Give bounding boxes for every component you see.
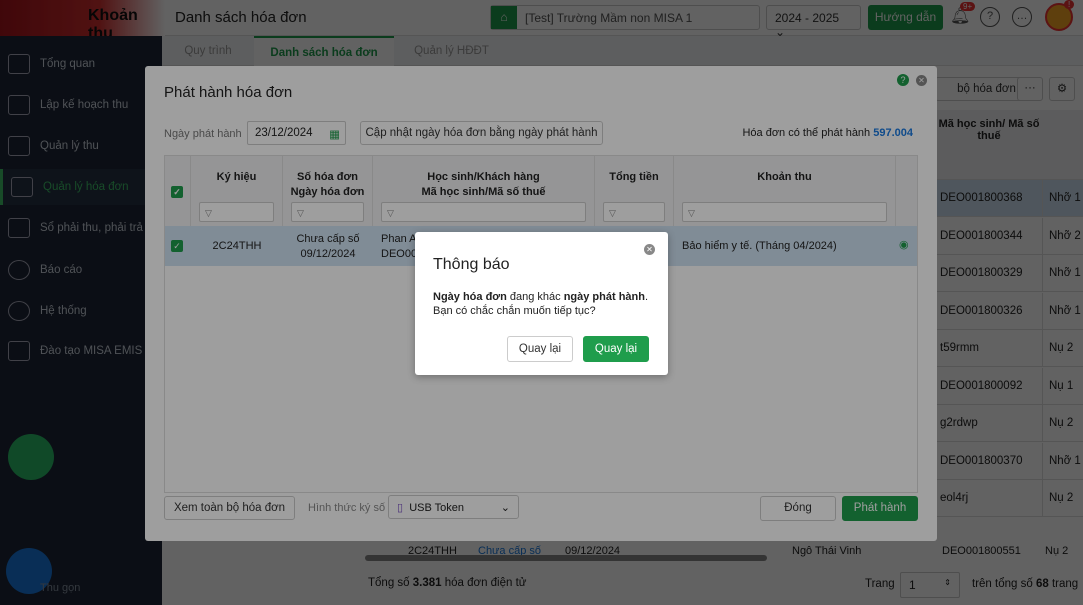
confirm-button[interactable]: Quay lại <box>583 336 649 362</box>
dialog-message: Ngày hóa đơn đang khác ngày phát hành. Bạ… <box>433 291 649 317</box>
close-icon[interactable]: ✕ <box>644 244 655 255</box>
back-button[interactable]: Quay lại <box>507 336 573 362</box>
confirm-dialog: ✕ Thông báo Ngày hóa đơn đang khác ngày … <box>415 232 668 375</box>
dialog-title: Thông báo <box>433 256 510 273</box>
